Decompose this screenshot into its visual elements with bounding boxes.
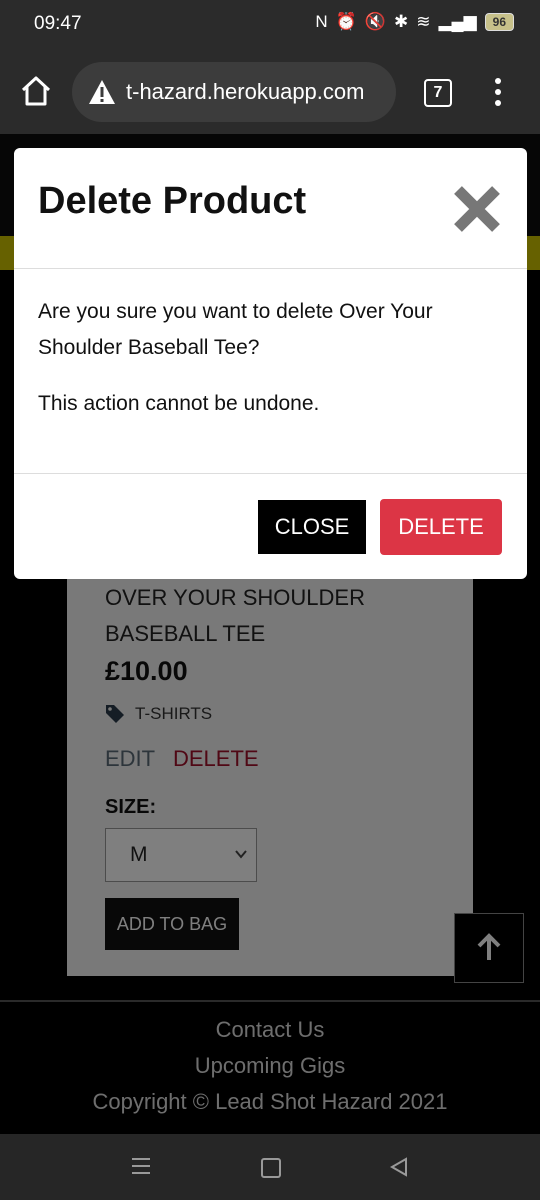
battery-icon: 96 — [484, 13, 514, 31]
close-button[interactable]: CLOSE — [258, 500, 366, 554]
wifi-icon: ≋ — [416, 12, 431, 31]
delete-product-modal: Delete Product Are you sure you want to … — [14, 148, 527, 579]
modal-footer-divider — [14, 473, 527, 474]
tab-switcher-button[interactable]: 7 — [424, 79, 452, 107]
address-bar[interactable]: t-hazard.herokuapp.com — [72, 62, 396, 122]
bluetooth-icon: ✱ — [393, 12, 409, 31]
back-icon[interactable] — [388, 1156, 410, 1178]
url-text[interactable]: t-hazard.herokuapp.com — [126, 79, 364, 105]
modal-warning: This action cannot be undone. — [38, 392, 320, 415]
status-bar: 09:47 N ⏰ 🔇 ✱ ≋ ▂▄▆ 96 — [0, 0, 540, 50]
mute-icon: 🔇 — [364, 12, 386, 31]
delete-button[interactable]: DELETE — [380, 499, 502, 555]
modal-message: Are you sure you want to delete Over You… — [38, 300, 433, 359]
system-nav-bar — [0, 1134, 540, 1200]
alarm-icon: ⏰ — [335, 12, 357, 31]
nfc-icon: N — [315, 12, 328, 31]
modal-header-divider — [14, 268, 527, 269]
more-menu-icon[interactable] — [488, 78, 508, 108]
browser-toolbar: t-hazard.herokuapp.com 7 — [0, 50, 540, 134]
close-icon[interactable] — [450, 182, 504, 236]
warning-icon[interactable] — [88, 79, 116, 105]
status-icons: N ⏰ 🔇 ✱ ≋ ▂▄▆ 96 — [315, 12, 514, 32]
home-nav-icon[interactable] — [261, 1158, 281, 1178]
home-icon[interactable] — [18, 73, 54, 109]
status-time: 09:47 — [34, 13, 82, 34]
modal-title: Delete Product — [38, 180, 307, 222]
signal-icon: ▂▄▆ — [438, 12, 477, 31]
recents-icon[interactable] — [132, 1158, 150, 1179]
